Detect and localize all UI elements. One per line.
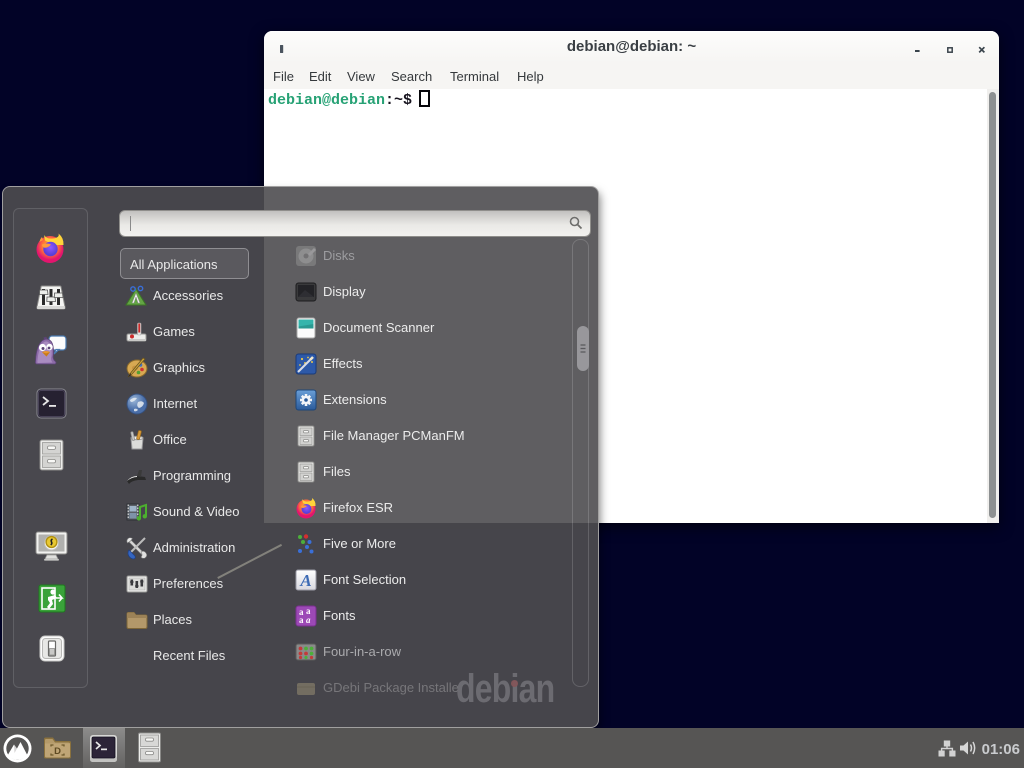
svg-text:A: A: [299, 571, 311, 590]
svg-text:D: D: [54, 746, 61, 757]
svg-text:a: a: [306, 615, 311, 625]
svg-text:a: a: [299, 615, 304, 625]
